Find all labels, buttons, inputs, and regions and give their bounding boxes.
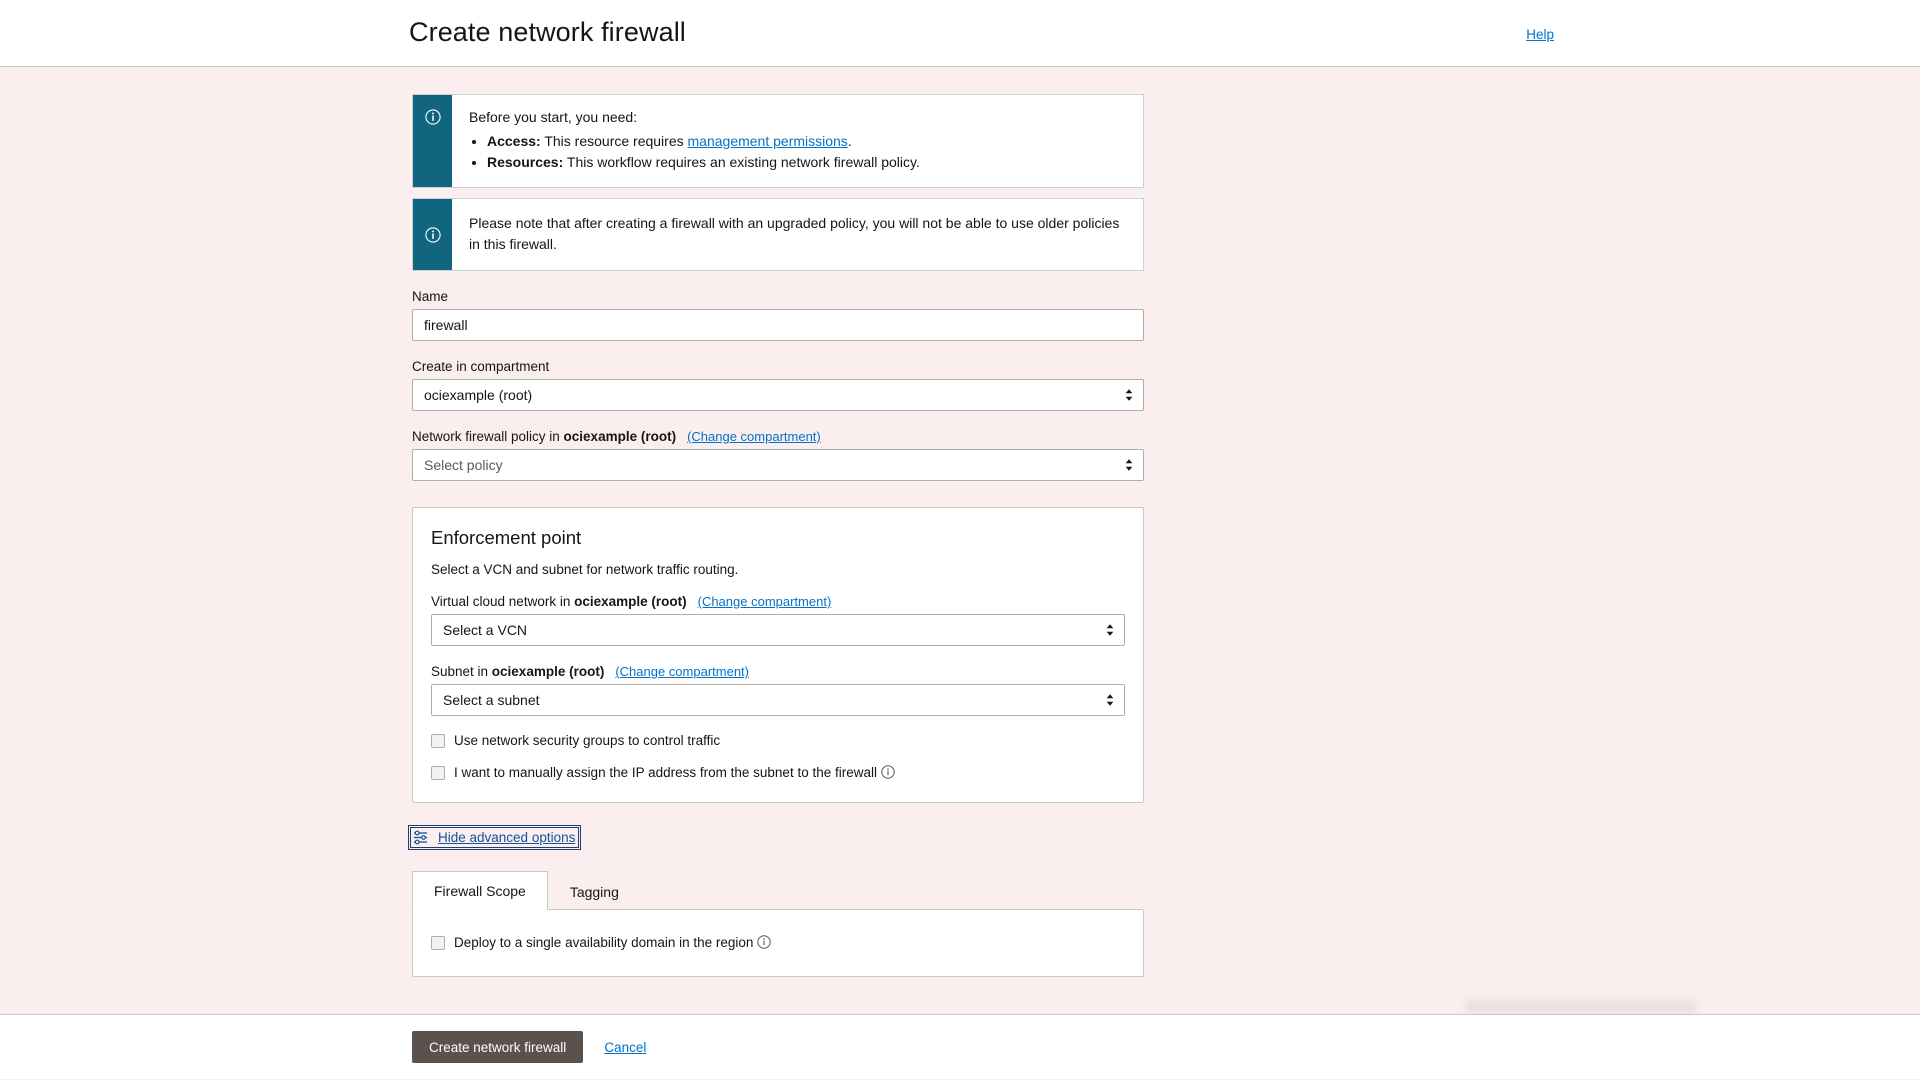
banner-list-item-resources: Resources: This workflow requires an exi… (487, 152, 1127, 172)
subnet-label-compartment: ociexample (root) (492, 664, 605, 679)
checkbox-row-single-ad[interactable]: Deploy to a single availability domain i… (431, 935, 1125, 950)
vcn-label: Virtual cloud network in ociexample (roo… (431, 594, 687, 609)
subnet-label-row: Subnet in ociexample (root) (Change comp… (431, 664, 1125, 679)
policy-select-wrap: Select policy (412, 449, 1144, 481)
advanced-tabs: Firewall Scope Tagging Deploy to a singl… (412, 870, 1144, 977)
subnet-label-prefix: Subnet in (431, 664, 492, 679)
page-title: Create network firewall (409, 17, 686, 48)
hide-advanced-options-label: Hide advanced options (438, 830, 575, 845)
field-vcn: Virtual cloud network in ociexample (roo… (431, 594, 1125, 646)
use-nsg-checkbox[interactable] (431, 734, 445, 748)
policy-label: Network firewall policy in ociexample (r… (412, 429, 676, 444)
policy-label-row: Network firewall policy in ociexample (r… (412, 429, 1144, 444)
field-policy: Network firewall policy in ociexample (r… (412, 429, 1144, 481)
use-nsg-label[interactable]: Use network security groups to control t… (454, 733, 720, 748)
subnet-label: Subnet in ociexample (root) (431, 664, 604, 679)
vcn-select-wrap: Select a VCN (431, 614, 1125, 646)
page-header: Create network firewall Help (0, 0, 1920, 67)
banner-list-item-access: Access: This resource requires managemen… (487, 131, 1127, 151)
tab-panel-firewall-scope: Deploy to a single availability domain i… (412, 909, 1144, 977)
enforcement-point-panel: Enforcement point Select a VCN and subne… (412, 507, 1144, 803)
banner-item-bold: Access: (487, 133, 541, 149)
banner-heading: Before you start, you need: (469, 108, 1127, 128)
manual-ip-label[interactable]: I want to manually assign the IP address… (454, 765, 895, 780)
vcn-select[interactable]: Select a VCN (431, 614, 1125, 646)
subnet-select[interactable]: Select a subnet (431, 684, 1125, 716)
policy-select[interactable]: Select policy (412, 449, 1144, 481)
field-compartment: Create in compartment ociexample (root) (412, 359, 1144, 411)
sliders-icon (413, 830, 429, 845)
compartment-select[interactable]: ociexample (root) (412, 379, 1144, 411)
field-name: Name (412, 289, 1144, 341)
banner-note-text: Please note that after creating a firewa… (452, 199, 1143, 270)
form-content: Before you start, you need: Access: This… (412, 94, 1144, 977)
policy-label-prefix: Network firewall policy in (412, 429, 564, 444)
help-link[interactable]: Help (1526, 27, 1554, 42)
field-subnet: Subnet in ociexample (root) (Change comp… (431, 664, 1125, 716)
create-network-firewall-button[interactable]: Create network firewall (412, 1031, 583, 1063)
banner-prerequisites: Before you start, you need: Access: This… (412, 94, 1144, 188)
name-input[interactable] (412, 309, 1144, 341)
enforcement-point-title: Enforcement point (431, 527, 1125, 549)
banner-list: Access: This resource requires managemen… (469, 131, 1127, 173)
vcn-label-compartment: ociexample (root) (574, 594, 687, 609)
banner-item-text: This workflow requires an existing netwo… (563, 154, 920, 170)
banner-item-text-tail: . (848, 133, 852, 149)
single-ad-label-text: Deploy to a single availability domain i… (454, 935, 753, 950)
enforcement-point-description: Select a VCN and subnet for network traf… (431, 562, 1125, 577)
manual-ip-label-text: I want to manually assign the IP address… (454, 765, 877, 780)
page-footer: Create network firewall Cancel (0, 1014, 1920, 1079)
single-ad-checkbox[interactable] (431, 936, 445, 950)
cancel-button[interactable]: Cancel (604, 1040, 646, 1055)
subnet-change-compartment-link[interactable]: (Change compartment) (615, 664, 749, 679)
info-circle-icon[interactable] (881, 765, 895, 779)
compartment-label: Create in compartment (412, 359, 1144, 374)
info-circle-icon[interactable] (757, 935, 771, 949)
policy-label-compartment: ociexample (root) (564, 429, 677, 444)
policy-change-compartment-link[interactable]: (Change compartment) (687, 429, 821, 444)
banner-accent-bar (413, 95, 452, 187)
info-circle-icon (425, 109, 441, 125)
page-body: Before you start, you need: Access: This… (0, 67, 1920, 1014)
scroll-shadow (1466, 1000, 1696, 1014)
footer-actions: Create network firewall Cancel (412, 1031, 646, 1063)
compartment-select-wrap: ociexample (root) (412, 379, 1144, 411)
info-circle-icon (425, 227, 441, 243)
subnet-select-wrap: Select a subnet (431, 684, 1125, 716)
banner-prerequisites-body: Before you start, you need: Access: This… (452, 95, 1143, 187)
banner-item-text: This resource requires (541, 133, 688, 149)
vcn-change-compartment-link[interactable]: (Change compartment) (698, 594, 832, 609)
tab-tagging[interactable]: Tagging (548, 872, 641, 910)
single-ad-label[interactable]: Deploy to a single availability domain i… (454, 935, 771, 950)
tab-list: Firewall Scope Tagging (412, 870, 1144, 909)
manual-ip-checkbox[interactable] (431, 766, 445, 780)
checkbox-row-manual-ip[interactable]: I want to manually assign the IP address… (431, 765, 1125, 780)
hide-advanced-options-button[interactable]: Hide advanced options (410, 827, 579, 848)
checkbox-row-nsg[interactable]: Use network security groups to control t… (431, 733, 1125, 748)
banner-accent-bar (413, 199, 452, 270)
vcn-label-prefix: Virtual cloud network in (431, 594, 574, 609)
vcn-label-row: Virtual cloud network in ociexample (roo… (431, 594, 1125, 609)
name-label: Name (412, 289, 1144, 304)
tab-firewall-scope[interactable]: Firewall Scope (412, 871, 548, 910)
management-permissions-link[interactable]: management permissions (688, 133, 848, 149)
banner-upgraded-policy: Please note that after creating a firewa… (412, 198, 1144, 271)
banner-item-bold: Resources: (487, 154, 563, 170)
